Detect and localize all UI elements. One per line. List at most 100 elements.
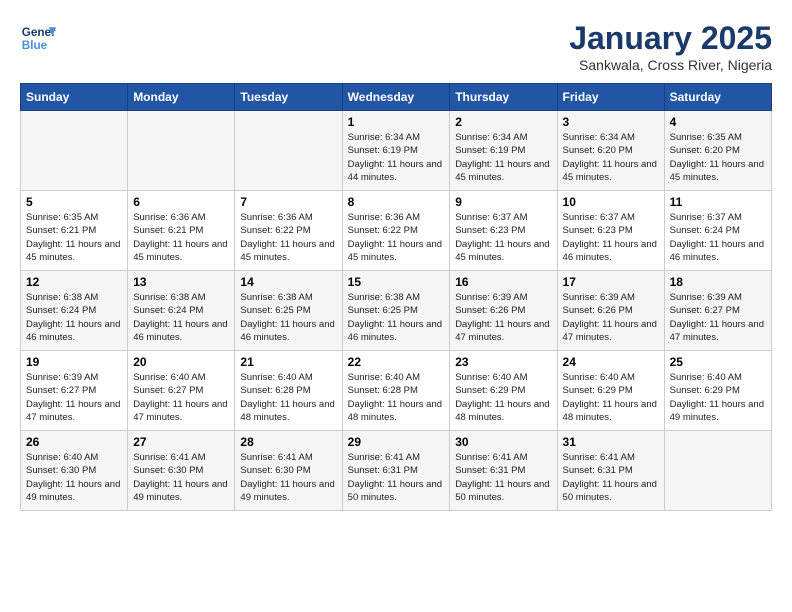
day-info: Sunrise: 6:36 AM Sunset: 6:22 PM Dayligh… xyxy=(240,211,336,264)
day-number: 29 xyxy=(348,435,445,449)
calendar-cell: 30 Sunrise: 6:41 AM Sunset: 6:31 PM Dayli… xyxy=(450,431,557,511)
day-number: 15 xyxy=(348,275,445,289)
calendar-week-5: 26 Sunrise: 6:40 AM Sunset: 6:30 PM Dayli… xyxy=(21,431,772,511)
day-info: Sunrise: 6:40 AM Sunset: 6:30 PM Dayligh… xyxy=(26,451,122,504)
day-header-sunday: Sunday xyxy=(21,84,128,111)
calendar-cell: 7 Sunrise: 6:36 AM Sunset: 6:22 PM Daylig… xyxy=(235,191,342,271)
calendar-cell: 29 Sunrise: 6:41 AM Sunset: 6:31 PM Dayli… xyxy=(342,431,450,511)
day-info: Sunrise: 6:41 AM Sunset: 6:31 PM Dayligh… xyxy=(563,451,659,504)
calendar-cell: 5 Sunrise: 6:35 AM Sunset: 6:21 PM Daylig… xyxy=(21,191,128,271)
day-info: Sunrise: 6:37 AM Sunset: 6:23 PM Dayligh… xyxy=(563,211,659,264)
day-info: Sunrise: 6:38 AM Sunset: 6:25 PM Dayligh… xyxy=(240,291,336,344)
day-number: 2 xyxy=(455,115,551,129)
day-number: 25 xyxy=(670,355,766,369)
day-info: Sunrise: 6:37 AM Sunset: 6:24 PM Dayligh… xyxy=(670,211,766,264)
calendar-cell: 19 Sunrise: 6:39 AM Sunset: 6:27 PM Dayli… xyxy=(21,351,128,431)
day-number: 7 xyxy=(240,195,336,209)
calendar-week-3: 12 Sunrise: 6:38 AM Sunset: 6:24 PM Dayli… xyxy=(21,271,772,351)
calendar-body: 1 Sunrise: 6:34 AM Sunset: 6:19 PM Daylig… xyxy=(21,111,772,511)
calendar-cell: 20 Sunrise: 6:40 AM Sunset: 6:27 PM Dayli… xyxy=(128,351,235,431)
day-number: 28 xyxy=(240,435,336,449)
day-number: 20 xyxy=(133,355,229,369)
day-info: Sunrise: 6:39 AM Sunset: 6:27 PM Dayligh… xyxy=(670,291,766,344)
day-number: 31 xyxy=(563,435,659,449)
day-number: 26 xyxy=(26,435,122,449)
day-info: Sunrise: 6:34 AM Sunset: 6:19 PM Dayligh… xyxy=(348,131,445,184)
calendar-cell: 21 Sunrise: 6:40 AM Sunset: 6:28 PM Dayli… xyxy=(235,351,342,431)
day-number: 23 xyxy=(455,355,551,369)
day-info: Sunrise: 6:38 AM Sunset: 6:24 PM Dayligh… xyxy=(133,291,229,344)
calendar-cell: 24 Sunrise: 6:40 AM Sunset: 6:29 PM Dayli… xyxy=(557,351,664,431)
calendar-cell: 15Sunrise: 6:38 AM Sunset: 6:25 PM Dayli… xyxy=(342,271,450,351)
calendar-cell: 16 Sunrise: 6:39 AM Sunset: 6:26 PM Dayli… xyxy=(450,271,557,351)
day-info: Sunrise: 6:34 AM Sunset: 6:20 PM Dayligh… xyxy=(563,131,659,184)
day-number: 11 xyxy=(670,195,766,209)
title-section: January 2025 Sankwala, Cross River, Nige… xyxy=(569,20,772,73)
day-number: 8 xyxy=(348,195,445,209)
day-number: 21 xyxy=(240,355,336,369)
day-number: 16 xyxy=(455,275,551,289)
calendar-cell: 8 Sunrise: 6:36 AM Sunset: 6:22 PM Daylig… xyxy=(342,191,450,271)
day-info: Sunrise: 6:39 AM Sunset: 6:27 PM Dayligh… xyxy=(26,371,122,424)
calendar-cell: 26 Sunrise: 6:40 AM Sunset: 6:30 PM Dayli… xyxy=(21,431,128,511)
day-number: 17 xyxy=(563,275,659,289)
day-info: Sunrise: 6:41 AM Sunset: 6:30 PM Dayligh… xyxy=(133,451,229,504)
day-number: 4 xyxy=(670,115,766,129)
calendar-week-2: 5 Sunrise: 6:35 AM Sunset: 6:21 PM Daylig… xyxy=(21,191,772,271)
calendar-table: SundayMondayTuesdayWednesdayThursdayFrid… xyxy=(20,83,772,511)
calendar-cell: 17Sunrise: 6:39 AM Sunset: 6:26 PM Dayli… xyxy=(557,271,664,351)
day-info: Sunrise: 6:41 AM Sunset: 6:31 PM Dayligh… xyxy=(455,451,551,504)
day-number: 30 xyxy=(455,435,551,449)
day-info: Sunrise: 6:36 AM Sunset: 6:22 PM Dayligh… xyxy=(348,211,445,264)
day-number: 6 xyxy=(133,195,229,209)
day-info: Sunrise: 6:39 AM Sunset: 6:26 PM Dayligh… xyxy=(455,291,551,344)
day-number: 19 xyxy=(26,355,122,369)
day-header-wednesday: Wednesday xyxy=(342,84,450,111)
svg-text:Blue: Blue xyxy=(22,39,48,52)
day-info: Sunrise: 6:35 AM Sunset: 6:20 PM Dayligh… xyxy=(670,131,766,184)
calendar-cell: 18 Sunrise: 6:39 AM Sunset: 6:27 PM Dayli… xyxy=(664,271,771,351)
calendar-cell: 4 Sunrise: 6:35 AM Sunset: 6:20 PM Daylig… xyxy=(664,111,771,191)
calendar-week-1: 1 Sunrise: 6:34 AM Sunset: 6:19 PM Daylig… xyxy=(21,111,772,191)
day-header-saturday: Saturday xyxy=(664,84,771,111)
calendar-cell: 2Sunrise: 6:34 AM Sunset: 6:19 PM Daylig… xyxy=(450,111,557,191)
day-number: 12 xyxy=(26,275,122,289)
calendar-cell xyxy=(21,111,128,191)
logo-icon: General Blue xyxy=(20,20,56,56)
calendar-cell: 3 Sunrise: 6:34 AM Sunset: 6:20 PM Daylig… xyxy=(557,111,664,191)
day-number: 14 xyxy=(240,275,336,289)
day-number: 9 xyxy=(455,195,551,209)
day-info: Sunrise: 6:37 AM Sunset: 6:23 PM Dayligh… xyxy=(455,211,551,264)
day-info: Sunrise: 6:40 AM Sunset: 6:28 PM Dayligh… xyxy=(240,371,336,424)
day-number: 22 xyxy=(348,355,445,369)
logo: General Blue xyxy=(20,20,56,56)
calendar-header-row: SundayMondayTuesdayWednesdayThursdayFrid… xyxy=(21,84,772,111)
calendar-cell: 13 Sunrise: 6:38 AM Sunset: 6:24 PM Dayli… xyxy=(128,271,235,351)
day-number: 24 xyxy=(563,355,659,369)
day-number: 13 xyxy=(133,275,229,289)
calendar-cell: 23 Sunrise: 6:40 AM Sunset: 6:29 PM Dayli… xyxy=(450,351,557,431)
day-number: 1 xyxy=(348,115,445,129)
day-header-friday: Friday xyxy=(557,84,664,111)
day-header-thursday: Thursday xyxy=(450,84,557,111)
day-number: 18 xyxy=(670,275,766,289)
day-info: Sunrise: 6:35 AM Sunset: 6:21 PM Dayligh… xyxy=(26,211,122,264)
calendar-cell: 10 Sunrise: 6:37 AM Sunset: 6:23 PM Dayli… xyxy=(557,191,664,271)
day-header-monday: Monday xyxy=(128,84,235,111)
day-number: 10 xyxy=(563,195,659,209)
calendar-cell: 28Sunrise: 6:41 AM Sunset: 6:30 PM Dayli… xyxy=(235,431,342,511)
day-info: Sunrise: 6:40 AM Sunset: 6:29 PM Dayligh… xyxy=(455,371,551,424)
calendar-cell xyxy=(664,431,771,511)
calendar-cell: 6Sunrise: 6:36 AM Sunset: 6:21 PM Daylig… xyxy=(128,191,235,271)
calendar-cell: 31 Sunrise: 6:41 AM Sunset: 6:31 PM Dayli… xyxy=(557,431,664,511)
page-header: General Blue January 2025 Sankwala, Cros… xyxy=(20,20,772,73)
day-number: 5 xyxy=(26,195,122,209)
day-info: Sunrise: 6:40 AM Sunset: 6:29 PM Dayligh… xyxy=(563,371,659,424)
day-info: Sunrise: 6:41 AM Sunset: 6:31 PM Dayligh… xyxy=(348,451,445,504)
calendar-cell: 22Sunrise: 6:40 AM Sunset: 6:28 PM Dayli… xyxy=(342,351,450,431)
day-number: 3 xyxy=(563,115,659,129)
day-header-tuesday: Tuesday xyxy=(235,84,342,111)
calendar-cell: 25Sunrise: 6:40 AM Sunset: 6:29 PM Dayli… xyxy=(664,351,771,431)
calendar-cell: 1 Sunrise: 6:34 AM Sunset: 6:19 PM Daylig… xyxy=(342,111,450,191)
day-info: Sunrise: 6:40 AM Sunset: 6:27 PM Dayligh… xyxy=(133,371,229,424)
